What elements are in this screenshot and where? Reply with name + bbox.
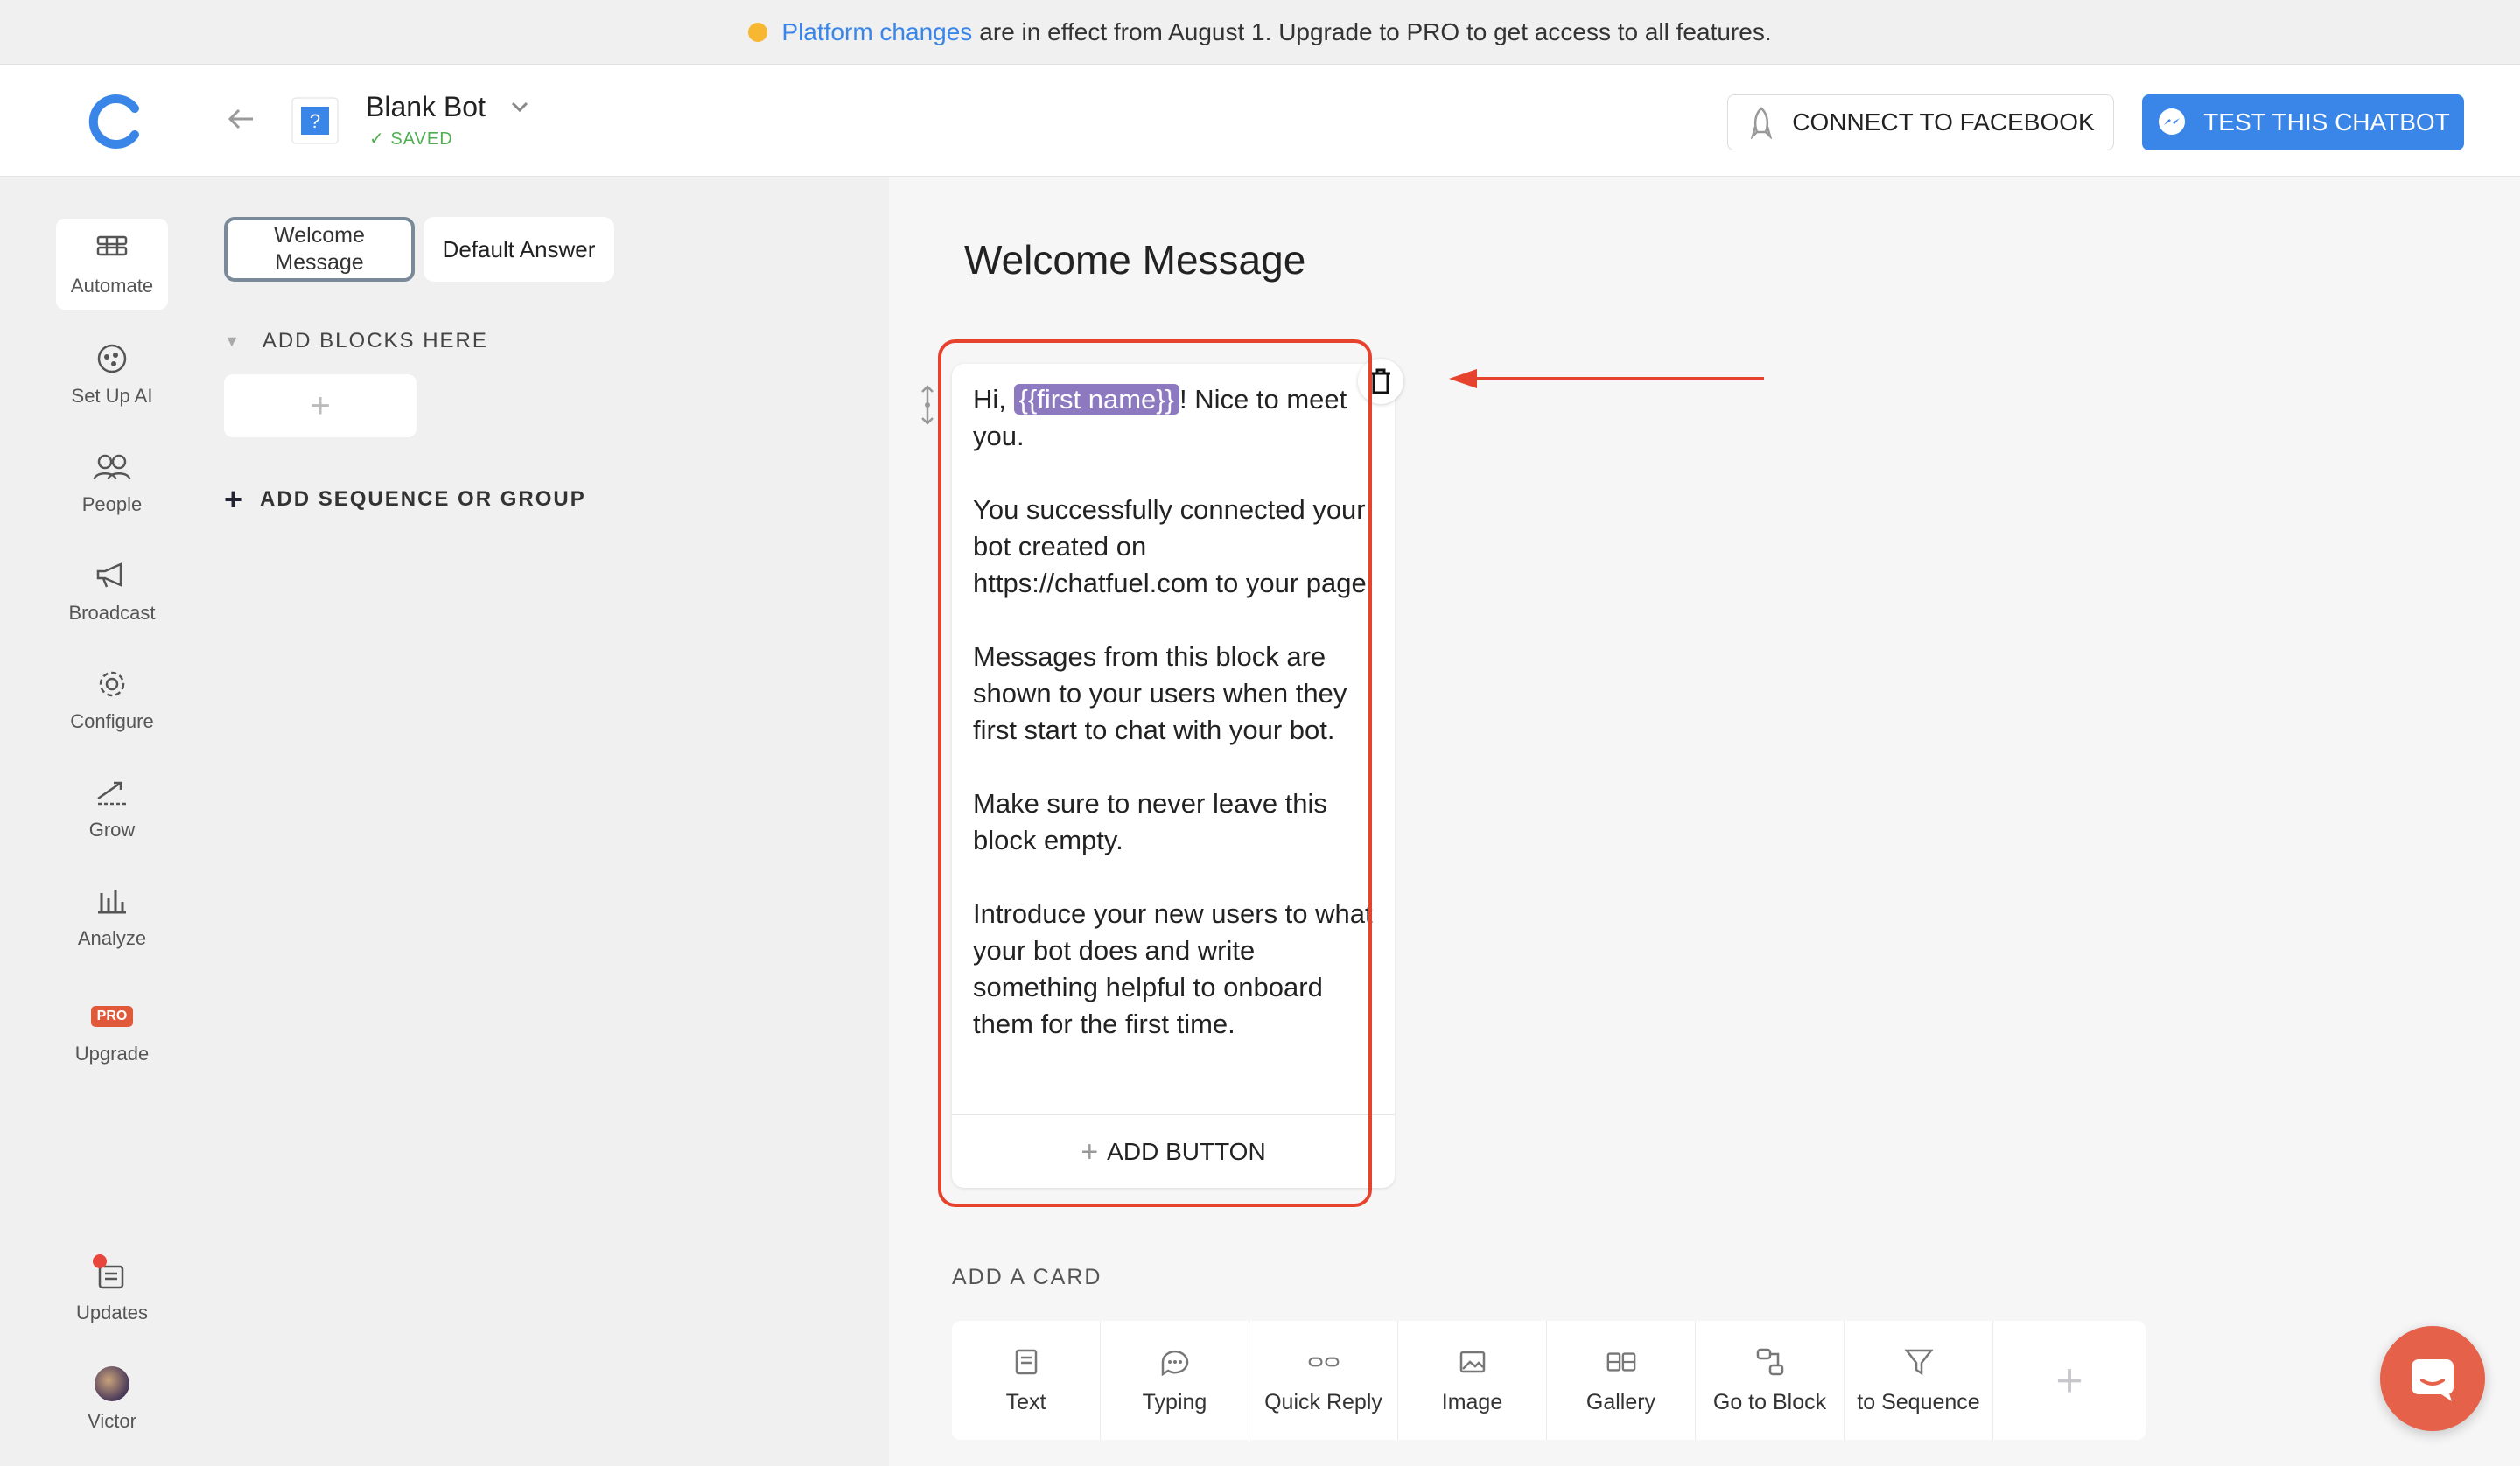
add-block-button[interactable]: +: [224, 374, 416, 437]
text-card-icon: [1011, 1346, 1042, 1378]
sidebar-item-updates[interactable]: Updates: [56, 1254, 168, 1324]
page-title: Welcome Message: [964, 237, 1306, 283]
notification-dot: [93, 1254, 107, 1268]
rocket-icon: [1751, 107, 1773, 139]
block-default-answer[interactable]: Default Answer: [424, 217, 614, 282]
updates-icon: [93, 1254, 131, 1293]
sidebar-item-grow[interactable]: Grow: [56, 775, 168, 841]
image-icon: [1457, 1346, 1488, 1378]
card-type-typing[interactable]: Typing: [1101, 1321, 1250, 1440]
blocks-panel: Welcome Message Default Answer ▼ ADD BLO…: [224, 177, 889, 1466]
card-type-image[interactable]: Image: [1398, 1321, 1547, 1440]
add-card-label: ADD A CARD: [952, 1265, 1102, 1289]
chevron-down-icon[interactable]: [508, 94, 532, 125]
grow-icon: [93, 775, 131, 810]
sidebar-item-upgrade[interactable]: PRO Upgrade: [56, 999, 168, 1065]
gear-icon: [93, 667, 131, 702]
back-arrow-icon[interactable]: [219, 100, 262, 143]
platform-changes-link[interactable]: Platform changes: [781, 18, 972, 46]
svg-text:?: ?: [310, 110, 320, 132]
sidebar-item-set-up-ai[interactable]: Set Up AI: [56, 341, 168, 408]
card-type-gallery[interactable]: Gallery: [1547, 1321, 1696, 1440]
chatfuel-logo-icon[interactable]: [88, 91, 149, 152]
connect-facebook-button[interactable]: CONNECT TO FACEBOOK: [1727, 94, 2114, 150]
avatar: [93, 1366, 131, 1401]
pro-badge: PRO: [90, 999, 134, 1034]
sidebar-item-automate[interactable]: Automate: [56, 219, 168, 310]
plus-icon: +: [2055, 1354, 2083, 1407]
ai-icon: [93, 341, 131, 376]
automate-icon: [93, 231, 131, 266]
add-sequence-button[interactable]: + ADD SEQUENCE OR GROUP: [224, 481, 586, 518]
card-type-to-sequence[interactable]: to Sequence: [1844, 1321, 1993, 1440]
sidebar-item-profile[interactable]: Victor: [56, 1366, 168, 1433]
go-to-block-icon: [1754, 1346, 1786, 1378]
collapse-triangle-icon[interactable]: ▼: [224, 332, 242, 351]
check-icon: ✓: [369, 129, 385, 149]
sidebar-item-broadcast[interactable]: Broadcast: [56, 558, 168, 625]
quick-reply-icon: [1308, 1346, 1340, 1378]
main-editor: Welcome Message Hi, {{first name}}! Nice…: [889, 177, 2520, 1466]
gallery-icon: [1606, 1346, 1637, 1378]
bot-name[interactable]: Blank Bot: [366, 91, 486, 123]
megaphone-icon: [93, 558, 131, 593]
messenger-icon: [2159, 108, 2186, 135]
notice-text: are in effect from August 1. Upgrade to …: [979, 17, 1772, 45]
people-icon: [93, 450, 131, 485]
card-type-text[interactable]: Text: [952, 1321, 1101, 1440]
card-type-more[interactable]: +: [1993, 1321, 2146, 1440]
chart-icon: [93, 883, 131, 918]
card-type-go-to-block[interactable]: Go to Block: [1696, 1321, 1844, 1440]
test-chatbot-button[interactable]: TEST THIS CHATBOT: [2142, 94, 2464, 150]
sidebar-item-configure[interactable]: Configure: [56, 667, 168, 733]
bot-avatar-icon: ?: [291, 97, 339, 144]
highlight-frame: [938, 339, 1372, 1207]
plus-icon: +: [224, 481, 245, 517]
chat-bubble-icon: [2412, 1359, 2454, 1401]
card-type-toolbar: Text Typing Quick Reply Image Gallery Go…: [952, 1321, 2146, 1440]
add-blocks-header[interactable]: ▼ ADD BLOCKS HERE: [224, 329, 488, 353]
block-welcome-message[interactable]: Welcome Message: [224, 217, 415, 282]
warning-dot-icon: [748, 22, 768, 42]
sidebar-item-analyze[interactable]: Analyze: [56, 883, 168, 950]
saved-status: ✓ SAVED: [369, 129, 453, 149]
annotation-arrow: [1449, 369, 1764, 388]
left-sidebar: Automate Set Up AI People Broadcast Conf…: [0, 177, 224, 1466]
typing-icon: [1159, 1346, 1191, 1378]
card-type-quick-reply[interactable]: Quick Reply: [1250, 1321, 1398, 1440]
funnel-icon: [1903, 1346, 1935, 1378]
sidebar-item-people[interactable]: People: [56, 450, 168, 516]
support-chat-button[interactable]: [2380, 1326, 2485, 1431]
drag-handle-icon[interactable]: [919, 383, 936, 427]
top-header: ? Blank Bot ✓ SAVED CONNECT TO FACEBOOK …: [0, 65, 2520, 177]
notice-bar: Platform changes are in effect from Augu…: [0, 0, 2520, 65]
plus-icon: +: [310, 386, 331, 425]
